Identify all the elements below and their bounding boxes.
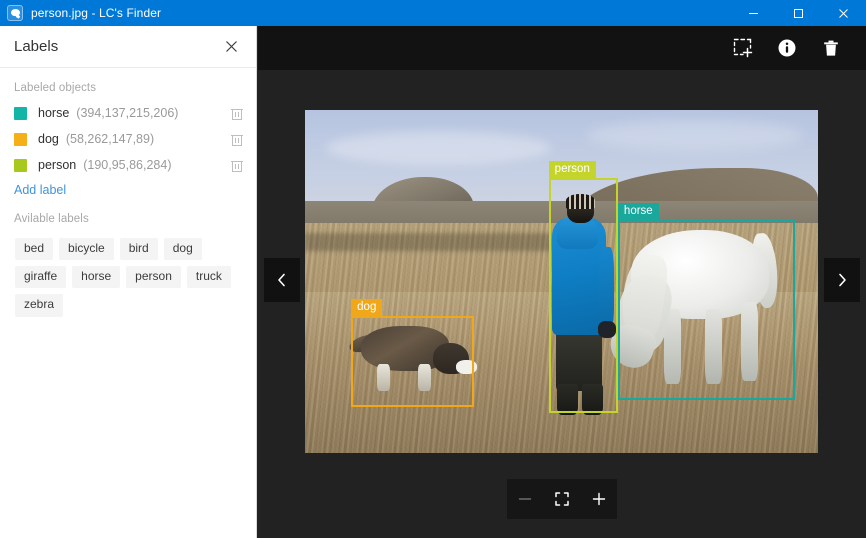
minimize-button[interactable] <box>731 0 776 26</box>
close-sidebar-button[interactable] <box>220 36 242 58</box>
available-label-tag[interactable]: giraffe <box>15 266 67 289</box>
sidebar-title: Labels <box>14 38 59 55</box>
cloud-shape <box>587 120 803 152</box>
next-image-button[interactable] <box>824 258 860 302</box>
maximize-button[interactable] <box>776 0 821 26</box>
app-logo-icon <box>7 5 23 21</box>
zoom-in-button[interactable] <box>584 484 614 514</box>
available-label-tag[interactable]: truck <box>186 266 231 289</box>
labeled-objects-caption: Labeled objects <box>14 82 97 94</box>
color-swatch <box>14 106 27 120</box>
field-shadow <box>305 233 552 251</box>
bounding-box-label: dog <box>351 298 383 318</box>
sidebar-header: Labels <box>0 26 256 68</box>
object-label-name: person <box>38 158 77 172</box>
color-swatch <box>14 158 27 172</box>
available-labels-caption: Avilable labels <box>14 213 89 225</box>
object-label-name: dog <box>38 132 59 146</box>
object-coordinates: (394,137,215,206) <box>76 106 179 120</box>
application-window: person.jpg - LC's Finder Labels Labeled … <box>0 0 866 538</box>
color-swatch <box>14 132 27 146</box>
labeled-objects-list: horse (394,137,215,206) dog (58,262,147,… <box>0 100 256 178</box>
object-coordinates: (58,262,147,89) <box>65 132 155 146</box>
available-label-tag[interactable]: person <box>126 266 181 289</box>
bounding-box-person[interactable]: person <box>548 160 618 413</box>
zoom-out-button[interactable] <box>510 484 540 514</box>
bounding-box-label: horse <box>617 202 659 222</box>
available-label-tag[interactable]: bird <box>119 238 158 261</box>
list-item[interactable]: dog (58,262,147,89) <box>0 126 256 152</box>
available-label-tag[interactable]: bicycle <box>59 238 114 261</box>
title-bar: person.jpg - LC's Finder <box>0 0 866 26</box>
available-label-tag[interactable]: dog <box>163 238 202 261</box>
trash-icon[interactable] <box>230 158 244 173</box>
available-label-tag[interactable]: zebra <box>15 294 64 317</box>
zoom-controls <box>507 479 617 519</box>
labeled-image[interactable]: person horse dog <box>305 110 818 453</box>
cloud-shape <box>325 130 552 165</box>
bounding-box-label: person <box>548 160 596 180</box>
list-item[interactable]: person (190,95,86,284) <box>0 152 256 178</box>
labels-sidebar: Labels Labeled objects horse (394,137,21… <box>0 26 257 538</box>
add-selection-icon[interactable] <box>724 29 762 67</box>
fit-to-screen-button[interactable] <box>547 484 577 514</box>
canvas-toolbar <box>258 26 866 70</box>
trash-icon[interactable] <box>230 132 244 147</box>
object-coordinates: (190,95,86,284) <box>83 158 172 172</box>
window-controls <box>731 0 866 26</box>
trash-icon[interactable] <box>812 29 850 67</box>
info-icon[interactable] <box>768 29 806 67</box>
image-canvas-area: person horse dog <box>258 26 866 538</box>
object-label-name: horse <box>38 106 70 120</box>
available-labels-list: bed bicycle bird dog giraffe horse perso… <box>0 231 256 320</box>
list-item[interactable]: horse (394,137,215,206) <box>0 100 256 126</box>
add-label-link[interactable]: Add label <box>0 178 66 197</box>
previous-image-button[interactable] <box>264 258 300 302</box>
available-label-tag[interactable]: bed <box>15 238 54 261</box>
available-label-tag[interactable]: horse <box>72 266 121 289</box>
bounding-box-dog[interactable]: dog <box>351 298 475 407</box>
window-title: person.jpg - LC's Finder <box>31 6 162 20</box>
trash-icon[interactable] <box>230 106 244 121</box>
close-window-button[interactable] <box>821 0 866 26</box>
bounding-box-horse[interactable]: horse <box>617 202 795 400</box>
